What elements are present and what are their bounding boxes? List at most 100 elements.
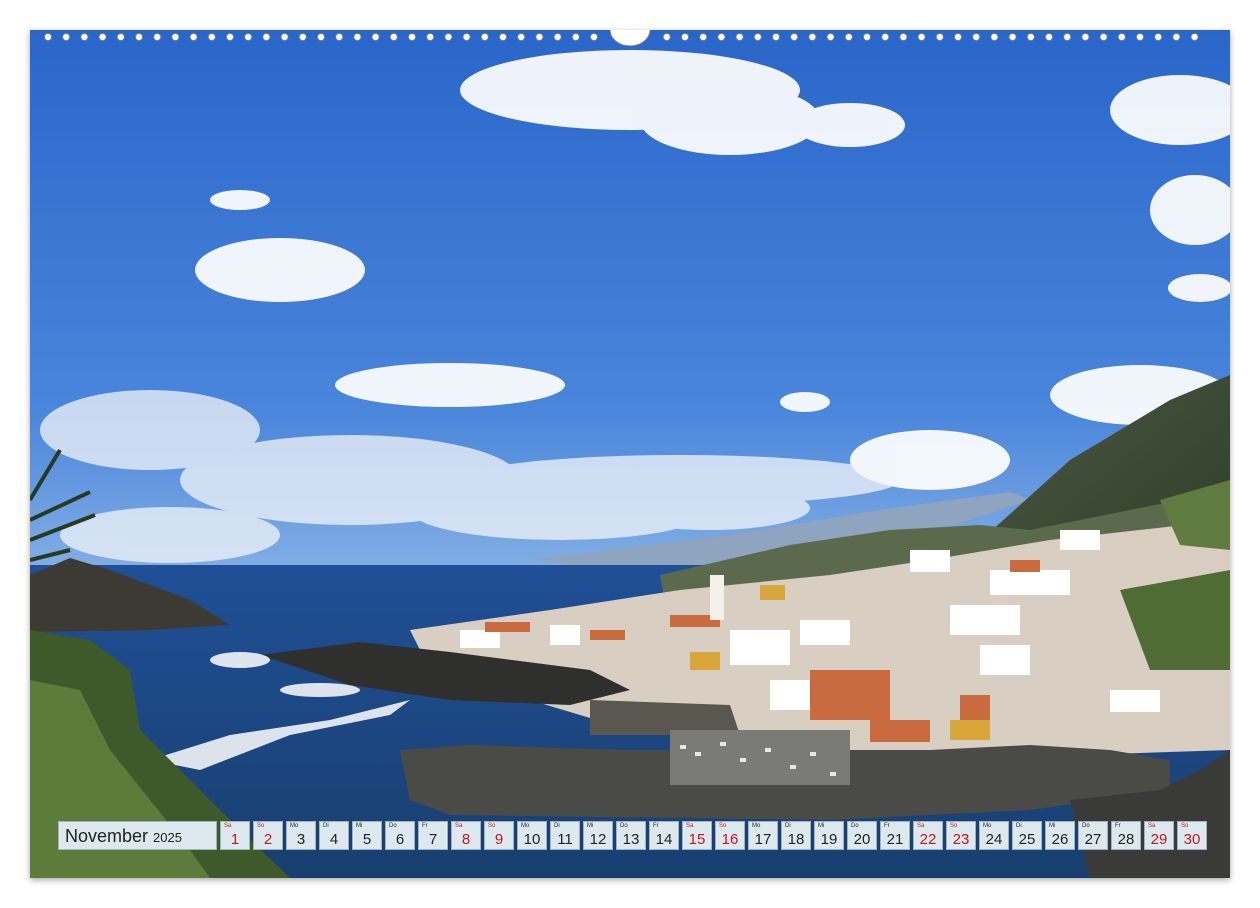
binding-ring-icon [771,32,781,42]
binding-ring-icon [717,32,726,42]
day-cell: Sa 1 [220,821,250,850]
binding-ring-icon [444,32,453,42]
day-cell: Do 13 [616,821,646,850]
weekday-label: So [719,823,727,829]
month-name: November [65,826,149,846]
binding-ring-icon [826,32,835,42]
weekday-label: Fr [422,823,428,829]
binding-ring-icon [134,32,144,42]
weekday-label: Do [851,823,859,829]
binding-ring-icon [553,32,562,42]
day-number: 24 [985,831,1003,848]
weekday-label: Fr [884,823,890,829]
day-cell: Mi 26 [1045,821,1075,850]
day-cell: Mo 3 [286,821,316,850]
day-number: 6 [395,831,405,848]
binding-ring-icon [225,32,235,42]
day-cell: So 23 [946,821,976,850]
weekday-label: Sa [224,823,232,829]
binding-ring-icon [389,32,398,42]
day-cell: Di 25 [1012,821,1042,850]
day-cell: So 30 [1177,821,1207,850]
day-cell: Mi 5 [352,821,382,850]
binding-ring-icon [972,32,981,42]
day-cells: Sa 1 So 2 Mo 3 Di 4 Mi 5 Do 6 Fr 7 Sa 8 So 9 Mo 10 Di 11 Mi 12 D… [220,821,1207,850]
day-cell: Sa 8 [451,821,481,850]
day-number: 13 [622,831,640,848]
binding-ring-icon [790,32,799,42]
weekday-label: Sa [455,823,463,829]
binding-ring-icon [517,32,526,42]
binding-ring-icon [1044,32,1054,42]
day-cell: Sa 29 [1144,821,1174,850]
day-number: 2 [263,831,273,848]
day-number: 28 [1117,831,1135,848]
day-number: 23 [952,831,970,848]
weekday-label: Fr [1115,823,1121,829]
binding-ring-icon [1099,32,1108,42]
day-number: 15 [688,831,706,848]
binding-ring-icon [1135,32,1145,42]
binding-ring-icon [535,32,544,42]
weekday-label: Di [785,823,791,829]
day-number: 18 [787,831,805,848]
day-number: 14 [655,831,673,848]
day-number: 27 [1084,831,1102,848]
weekday-label: Di [554,823,560,829]
day-number: 8 [461,831,471,848]
day-number: 21 [886,831,904,848]
binding-ring-icon [335,32,344,42]
binding-ring-icon [1008,32,1017,42]
day-number: 4 [329,831,339,848]
weekday-label: Mo [290,823,299,829]
day-number: 10 [523,831,541,848]
binding-ring-icon [426,32,435,42]
weekday-label: Mi [587,823,594,829]
weekday-label: Fr [653,823,659,829]
binding-ring-icon [498,32,508,42]
binding-ring-icon [571,32,580,42]
weekday-label: Do [1082,823,1090,829]
binding-ring-icon [62,32,71,42]
day-number: 25 [1018,831,1036,848]
calendar-strip: November 2025 Sa 1 So 2 Mo 3 Di 4 Mi 5 Do 6 Fr 7 Sa 8 So… [58,821,1207,850]
binding-ring-icon [699,32,708,42]
weekday-label: So [1181,823,1189,829]
binding-ring-icon [171,32,180,42]
binding-ring-icon [680,32,690,42]
binding-ring-icon [280,32,289,42]
weekday-label: Sa [917,823,925,829]
binding-ring-icon [353,32,362,42]
binding-ring-icon [98,32,107,42]
coastal-town-photo [30,30,1230,878]
day-number: 20 [853,831,871,848]
weekday-label: Di [1016,823,1022,829]
day-cell: Sa 22 [913,821,943,850]
day-number: 22 [919,831,937,848]
day-number: 5 [362,831,372,848]
binding-ring-icon [935,32,944,42]
day-cell: Mo 24 [979,821,1009,850]
binding-ring-icon [735,32,744,42]
binding-ring-icon [189,32,198,42]
weekday-label: So [950,823,958,829]
weekday-label: Di [323,823,329,829]
day-cell: So 2 [253,821,283,850]
binding-ring-icon [899,32,908,42]
day-cell: Do 27 [1078,821,1108,850]
day-cell: Fr 28 [1111,821,1141,850]
month-label: November 2025 [58,821,217,850]
binding-ring-icon [808,32,817,42]
weekday-label: Mi [1049,823,1056,829]
day-number: 3 [296,831,306,848]
day-number: 29 [1150,831,1168,848]
binding-ring-icon [43,32,53,42]
day-cell: Do 6 [385,821,415,850]
day-cell: Do 20 [847,821,877,850]
binding-ring-icon [116,32,125,42]
weekday-label: Do [620,823,628,829]
binding-ring-icon [953,32,963,42]
day-cell: Mo 17 [748,821,778,850]
weekday-label: Mi [356,823,363,829]
day-number: 7 [428,831,438,848]
